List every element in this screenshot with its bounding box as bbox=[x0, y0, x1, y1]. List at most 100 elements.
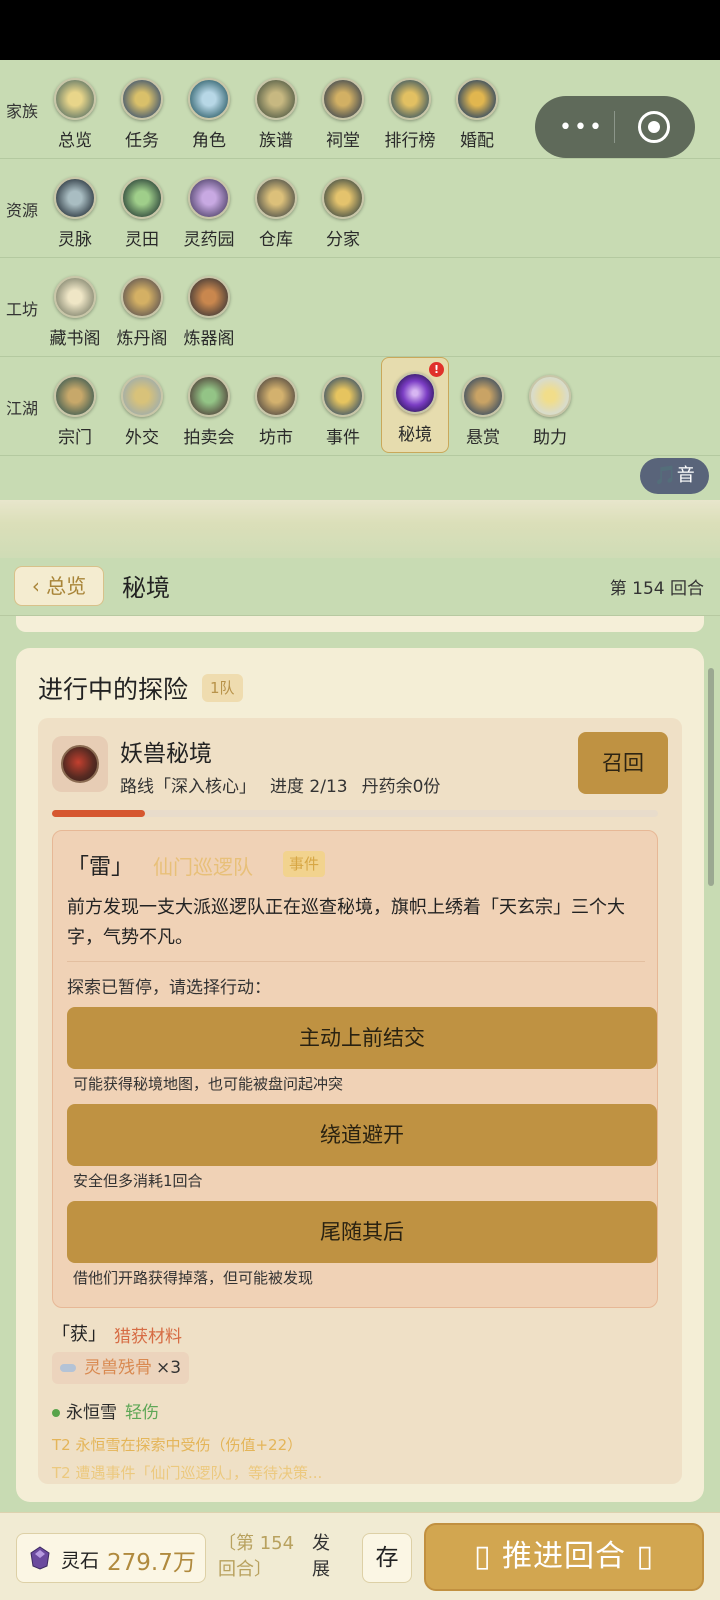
nav-item-label: 外交 bbox=[125, 428, 159, 448]
nav-item-marriage[interactable]: 婚配 bbox=[443, 64, 511, 156]
nav-item-task[interactable]: 任务 bbox=[108, 64, 176, 156]
nav-item-ancestral-hall[interactable]: 祠堂 bbox=[309, 64, 377, 156]
nav-item-branch-family[interactable]: 分家 bbox=[309, 163, 377, 255]
expedition-panel: 妖兽秘境 路线「深入核心」 进度 2/13 丹药余0份 召回 「雷」 仙门巡逻队 事… bbox=[38, 718, 682, 1484]
card-title: 进行中的探险 bbox=[38, 675, 189, 704]
nav-item-overview[interactable]: 总览 bbox=[41, 64, 109, 156]
choice-hint: 可能获得秘境地图，也可能被盘问起冲突 bbox=[73, 1075, 344, 1093]
page-title: 秘境 bbox=[122, 574, 170, 602]
nav-item-label: 灵田 bbox=[125, 230, 159, 250]
nav-item-label: 秘境 bbox=[398, 425, 432, 445]
marriage-icon bbox=[456, 78, 498, 120]
nav-item-event[interactable]: 事件 bbox=[309, 361, 377, 453]
nav-item-label: 族谱 bbox=[259, 131, 293, 151]
nav-item-label: 灵药园 bbox=[183, 230, 235, 250]
status-bar bbox=[0, 0, 720, 60]
forge-icon bbox=[188, 276, 230, 318]
notification-badge: ! bbox=[429, 362, 444, 377]
divider bbox=[67, 961, 645, 962]
member-status: 永恒雪 轻伤 bbox=[52, 1398, 159, 1423]
family-tree-icon bbox=[255, 78, 297, 120]
character-icon bbox=[188, 78, 230, 120]
expedition-progress-bar bbox=[52, 810, 658, 817]
advance-round-button[interactable]: ▯ 推进回合 ▯ bbox=[424, 1523, 704, 1591]
member-injury: 轻伤 bbox=[125, 1403, 159, 1423]
bounty-icon bbox=[462, 375, 504, 417]
nav-item-spirit-vein[interactable]: 灵脉 bbox=[41, 163, 109, 255]
nav-item-alchemy[interactable]: 炼丹阁 bbox=[108, 262, 176, 354]
overview-icon bbox=[54, 78, 96, 120]
loot-item: 灵兽残骨 ×3 bbox=[52, 1352, 190, 1384]
nav-item-label: 助力 bbox=[533, 428, 567, 448]
nav-item-library[interactable]: 藏书阁 bbox=[41, 262, 109, 354]
music-toggle-button[interactable]: 🎵音 bbox=[640, 458, 709, 494]
loot-item-count: ×3 bbox=[156, 1358, 182, 1378]
ranking-icon bbox=[389, 78, 431, 120]
expedition-progress-fill bbox=[52, 810, 146, 817]
nav-item-bounty[interactable]: 悬赏 bbox=[449, 361, 517, 453]
branch-family-icon bbox=[322, 177, 364, 219]
spirit-stone-counter: 灵石 279.7万 bbox=[16, 1533, 206, 1583]
recall-button[interactable]: 召回 bbox=[578, 732, 668, 794]
nav-item-diplomacy[interactable]: 外交 bbox=[108, 361, 176, 453]
alchemy-icon bbox=[121, 276, 163, 318]
market-icon bbox=[255, 375, 297, 417]
phase-text: 发展 bbox=[312, 1533, 330, 1580]
nav-item-label: 坊市 bbox=[259, 428, 293, 448]
previous-card-edge bbox=[16, 616, 704, 632]
round-indicator: 第 154 回合 bbox=[609, 579, 704, 599]
nav-item-character[interactable]: 角色 bbox=[175, 64, 243, 156]
ancestral-hall-icon bbox=[322, 78, 364, 120]
bottom-bar: 灵石 279.7万 〔第 154 回合〕 发展 存 ▯ 推进回合 ▯ bbox=[0, 1512, 720, 1600]
event-tag: 事件 bbox=[283, 851, 326, 877]
event-prompt: 探索已暂停，请选择行动： bbox=[67, 978, 271, 998]
nav-item-label: 总览 bbox=[58, 131, 92, 151]
capsule-divider bbox=[614, 111, 615, 143]
nav-item-ranking[interactable]: 排行榜 bbox=[376, 64, 444, 156]
nav-item-market[interactable]: 坊市 bbox=[242, 361, 310, 453]
event-element-label: 「雷」 bbox=[67, 855, 134, 880]
more-icon[interactable]: ••• bbox=[559, 115, 604, 140]
nav-category-label: 工坊 bbox=[6, 300, 39, 319]
page-header: ‹ 总览 秘境 第 154 回合 bbox=[0, 558, 720, 616]
choice-hint: 借他们开路获得掉落，但可能被发现 bbox=[73, 1269, 314, 1287]
event-icon bbox=[322, 375, 364, 417]
status-dot-icon bbox=[52, 1409, 60, 1417]
secret-realm-icon bbox=[394, 372, 436, 414]
nav-item-forge[interactable]: 炼器阁 bbox=[175, 262, 243, 354]
nav-item-label: 悬赏 bbox=[466, 428, 500, 448]
nav-item-secret-realm[interactable]: 秘境 ! bbox=[381, 357, 449, 453]
nav-item-label: 婚配 bbox=[460, 131, 494, 151]
nav-item-warehouse[interactable]: 仓库 bbox=[242, 163, 310, 255]
sect-icon bbox=[54, 375, 96, 417]
choice-befriend-button[interactable]: 主动上前结交 bbox=[67, 1007, 657, 1069]
choice-avoid-button[interactable]: 绕道避开 bbox=[67, 1104, 657, 1166]
progress-text: 进度 2/13 bbox=[270, 777, 348, 797]
beast-realm-icon bbox=[61, 745, 99, 783]
task-icon bbox=[121, 78, 163, 120]
log-entry: T2 遭遇事件「仙门巡逻队」，等待决策... bbox=[52, 1464, 323, 1482]
nav-item-auction[interactable]: 拍卖会 bbox=[175, 361, 243, 453]
nav-item-label: 分家 bbox=[326, 230, 360, 250]
nav-item-label: 宗门 bbox=[58, 428, 92, 448]
nav-item-label: 祠堂 bbox=[326, 131, 360, 151]
nav-item-herb-garden[interactable]: 灵药园 bbox=[175, 163, 243, 255]
nav-item-label: 灵脉 bbox=[58, 230, 92, 250]
scrollbar[interactable] bbox=[708, 668, 714, 886]
round-status-text: 〔第 154 回合〕 bbox=[218, 1533, 295, 1580]
loot-label: 「获」 bbox=[52, 1324, 106, 1345]
nav-item-support[interactable]: 助力 bbox=[516, 361, 584, 453]
nav-item-family-tree[interactable]: 族谱 bbox=[242, 64, 310, 156]
pills-remaining: 丹药余0份 bbox=[361, 777, 441, 797]
spirit-field-icon bbox=[121, 177, 163, 219]
nav-item-spirit-field[interactable]: 灵田 bbox=[108, 163, 176, 255]
back-to-overview-button[interactable]: ‹ 总览 bbox=[14, 566, 104, 606]
nav-category-label: 资源 bbox=[6, 201, 39, 220]
team-count-badge: 1队 bbox=[202, 674, 243, 702]
miniprogram-capsule: ••• bbox=[535, 96, 695, 158]
close-target-icon[interactable] bbox=[638, 111, 670, 143]
nav-item-sect[interactable]: 宗门 bbox=[41, 361, 109, 453]
event-name: 仙门巡逻队 bbox=[153, 855, 253, 879]
choice-follow-button[interactable]: 尾随其后 bbox=[67, 1201, 657, 1263]
save-button[interactable]: 存 bbox=[362, 1533, 412, 1583]
